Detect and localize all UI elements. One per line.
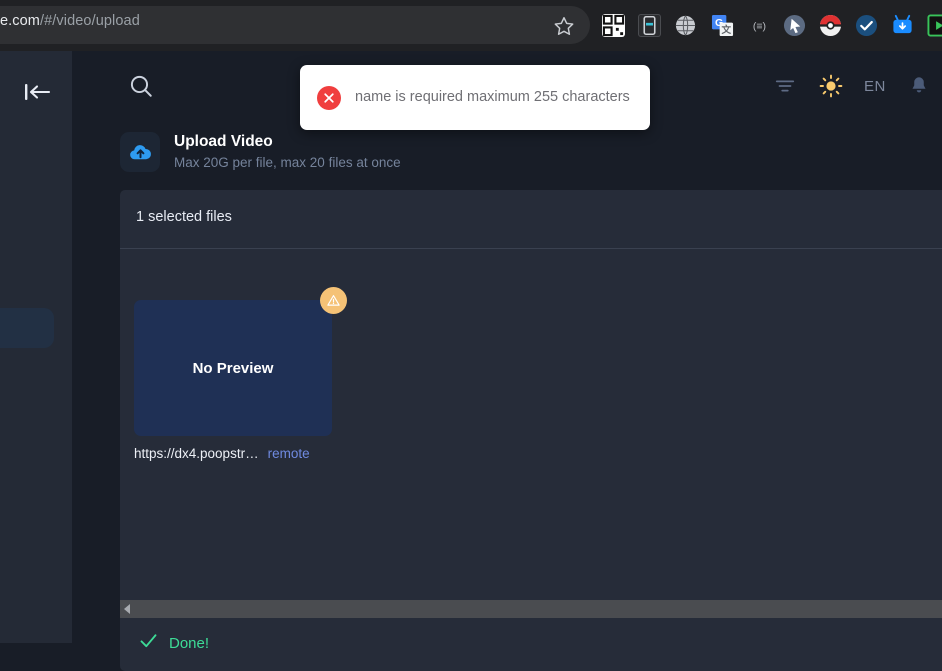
svg-text:(≡): (≡) <box>753 20 766 32</box>
file-card[interactable]: No Preview https://dx4.poopstr… remote <box>134 287 347 461</box>
warning-triangle-icon[interactable] <box>320 287 347 314</box>
browser-chrome: e.com/#/video/upload G 文 (≡) <box>0 0 942 51</box>
video-downloader-extension-icon[interactable] <box>891 14 914 37</box>
file-source-label[interactable]: remote <box>268 446 310 461</box>
sidebar <box>0 51 72 643</box>
app-root: EN Upload Video Max 20G per file, max 20… <box>0 51 942 671</box>
url-path: /#/video/upload <box>40 13 140 29</box>
equals-extension-icon[interactable]: (≡) <box>748 14 771 37</box>
sun-icon[interactable] <box>818 73 844 99</box>
error-circle-icon <box>317 85 341 110</box>
globe-extension-icon[interactable] <box>674 14 697 37</box>
no-preview-label: No Preview <box>192 359 274 377</box>
upload-header-text: Upload Video Max 20G per file, max 20 fi… <box>174 132 401 172</box>
google-translate-extension-icon[interactable]: G 文 <box>711 14 734 37</box>
play-extension-icon[interactable] <box>927 14 942 37</box>
selected-files-bar: 1 selected files <box>120 190 942 249</box>
search-icon[interactable] <box>128 73 154 99</box>
sidebar-item-active[interactable] <box>0 308 54 348</box>
cloud-upload-icon <box>120 132 160 172</box>
qr-code-extension-icon[interactable] <box>602 14 625 37</box>
upload-header: Upload Video Max 20G per file, max 20 fi… <box>120 132 401 172</box>
check-icon <box>138 630 159 656</box>
scroll-left-arrow-icon[interactable] <box>124 604 130 614</box>
header-actions: EN <box>772 69 932 103</box>
horizontal-scrollbar[interactable] <box>120 600 942 618</box>
page-title: Upload Video <box>174 133 273 150</box>
upload-panel: 1 selected files No Preview https://dx4.… <box>120 190 942 671</box>
pokeball-extension-icon[interactable] <box>819 14 842 37</box>
upload-subtitle: Max 20G per file, max 20 files at once <box>174 155 401 170</box>
file-meta: https://dx4.poopstr… remote <box>134 446 332 461</box>
file-name: https://dx4.poopstr… <box>134 446 259 461</box>
svg-text:文: 文 <box>721 24 732 36</box>
bookmark-star-icon[interactable] <box>553 15 575 37</box>
language-selector[interactable]: EN <box>864 78 886 95</box>
status-text: Done! <box>169 634 210 652</box>
cursor-extension-icon[interactable] <box>783 14 806 37</box>
error-message: name is required maximum 255 characters <box>355 89 630 105</box>
error-toast[interactable]: name is required maximum 255 characters <box>300 65 650 130</box>
status-row: Done! <box>138 630 209 656</box>
file-thumbnail[interactable]: No Preview <box>134 287 347 436</box>
collapse-sidebar-icon[interactable] <box>22 80 54 104</box>
file-list: No Preview https://dx4.poopstr… remote <box>120 249 942 599</box>
checkmark-extension-icon[interactable] <box>855 14 878 37</box>
notification-bell-icon[interactable] <box>906 73 932 99</box>
selected-files-count: 1 selected files <box>136 209 232 225</box>
url-host: e.com <box>0 13 40 29</box>
mobile-device-extension-icon[interactable] <box>638 14 661 37</box>
filter-lines-icon[interactable] <box>772 73 798 99</box>
url-text: e.com/#/video/upload <box>0 13 140 35</box>
